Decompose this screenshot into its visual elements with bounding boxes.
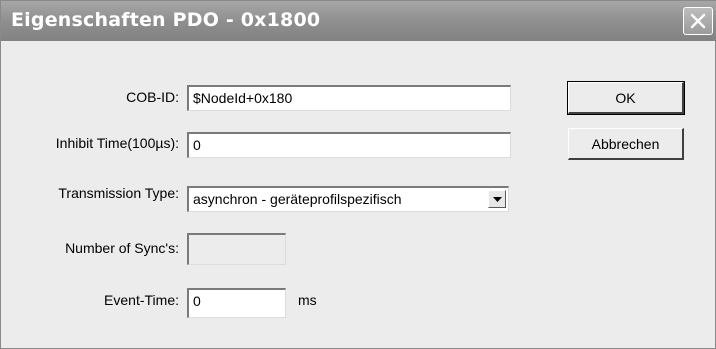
title-bar[interactable]: Eigenschaften PDO - 0x1800 (1, 1, 716, 41)
cancel-button[interactable]: Abbrechen (568, 128, 684, 160)
dropdown-button[interactable] (488, 190, 506, 208)
transmission-type-label: Transmission Type: (58, 185, 179, 201)
window-title: Eigenschaften PDO - 0x1800 (11, 9, 321, 31)
number-of-syncs-label: Number of Sync's: (65, 240, 179, 256)
transmission-type-select[interactable]: asynchron - geräteprofilspezifisch (187, 186, 509, 212)
event-time-label: Event-Time: (104, 292, 179, 308)
number-of-syncs-input (187, 233, 286, 265)
cob-id-label: COB-ID: (126, 89, 179, 105)
inhibit-time-input[interactable]: 0 (187, 132, 511, 158)
event-time-input[interactable]: 0 (187, 288, 286, 318)
inhibit-time-label: Inhibit Time(100µs): (55, 135, 179, 151)
ok-button[interactable]: OK (567, 81, 685, 115)
cob-id-input[interactable]: $NodeId+0x180 (187, 85, 511, 111)
transmission-type-value: asynchron - geräteprofilspezifisch (193, 191, 402, 207)
close-button[interactable] (683, 7, 713, 35)
event-time-unit: ms (298, 292, 317, 308)
dialog-window: Eigenschaften PDO - 0x1800 COB-ID: $Node… (0, 0, 716, 349)
